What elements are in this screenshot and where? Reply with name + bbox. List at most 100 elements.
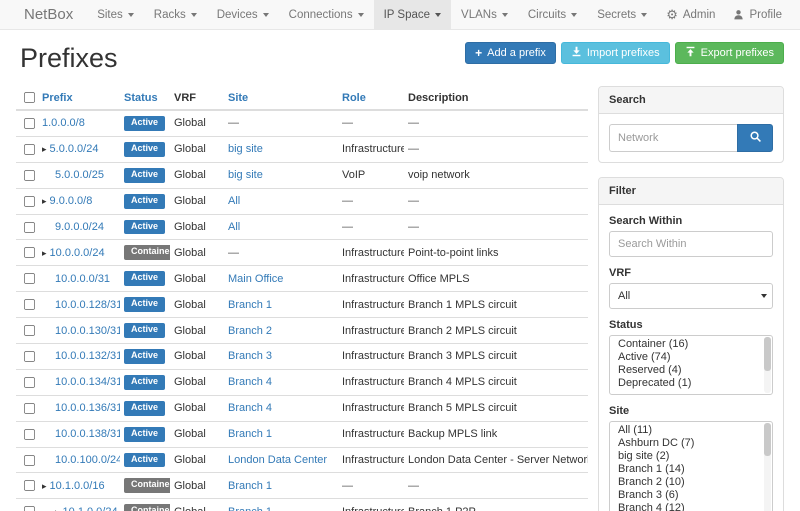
prefix-link[interactable]: 10.0.0.0/31	[55, 273, 110, 285]
site-link[interactable]: Branch 1	[228, 506, 272, 511]
site-link[interactable]: Branch 4	[228, 402, 272, 414]
status-badge: Active	[124, 297, 165, 312]
prefix-link[interactable]: 9.0.0.0/8	[50, 195, 93, 207]
prefix-link[interactable]: 10.0.0.138/31	[55, 428, 120, 440]
row-checkbox[interactable]	[24, 454, 35, 465]
description-value: —	[408, 117, 419, 129]
add-prefix-button[interactable]: + Add a prefix	[465, 42, 556, 64]
description-value: Backup MPLS link	[408, 428, 497, 440]
listbox-option[interactable]: Active (74)	[610, 351, 772, 364]
site-listbox[interactable]: All (11)Ashburn DC (7)big site (2)Branch…	[609, 421, 773, 511]
listbox-option[interactable]: Deprecated (1)	[610, 377, 772, 390]
status-listbox[interactable]: Container (16)Active (74)Reserved (4)Dep…	[609, 335, 773, 395]
row-checkbox[interactable]	[24, 196, 35, 207]
search-button[interactable]	[737, 124, 773, 152]
column-header-site[interactable]: Site	[224, 86, 338, 110]
nav-item-circuits[interactable]: Circuits	[518, 0, 587, 29]
chevron-down-icon	[191, 13, 197, 17]
site-link[interactable]: big site	[228, 169, 263, 181]
search-within-input[interactable]	[609, 231, 773, 257]
site-link[interactable]: big site	[228, 143, 263, 155]
site-link[interactable]: Branch 3	[228, 350, 272, 362]
nav-item-connections[interactable]: Connections	[279, 0, 374, 29]
scrollbar[interactable]	[764, 337, 771, 393]
nav-item-vlans[interactable]: VLANs	[451, 0, 518, 29]
site-link[interactable]: Branch 1	[228, 299, 272, 311]
row-checkbox[interactable]	[24, 403, 35, 414]
nav-item-sites[interactable]: Sites	[87, 0, 144, 29]
select-all-checkbox[interactable]	[24, 92, 35, 103]
prefix-link[interactable]: 10.0.0.130/31	[55, 325, 120, 337]
listbox-option[interactable]: Reserved (4)	[610, 364, 772, 377]
prefix-link[interactable]: 10.0.0.136/31	[55, 402, 120, 414]
description-value: —	[408, 221, 419, 233]
row-checkbox[interactable]	[24, 247, 35, 258]
nav-item-logout[interactable]: Log out	[791, 0, 800, 29]
status-badge: Container	[124, 478, 170, 493]
site-link[interactable]: London Data Center	[228, 454, 327, 466]
prefix-link[interactable]: 10.1.0.0/24	[63, 506, 118, 511]
action-buttons: + Add a prefix Import prefixes Export pr…	[465, 42, 784, 64]
nav-item-ip-space[interactable]: IP Space	[374, 0, 451, 29]
site-link[interactable]: Main Office	[228, 273, 283, 285]
listbox-option[interactable]: All (11)	[610, 424, 772, 437]
prefix-link[interactable]: 10.1.0.0/16	[50, 480, 105, 492]
column-header-prefix[interactable]: Prefix	[38, 86, 120, 110]
nav-item-secrets[interactable]: Secrets	[587, 0, 657, 29]
prefix-link[interactable]: 10.0.0.132/31	[55, 350, 120, 362]
prefix-link[interactable]: 1.0.0.0/8	[42, 117, 85, 129]
status-label: Status	[609, 319, 773, 331]
row-checkbox[interactable]	[24, 480, 35, 491]
row-checkbox[interactable]	[24, 506, 35, 511]
listbox-option[interactable]: Branch 3 (6)	[610, 489, 772, 502]
prefix-link[interactable]: 10.0.100.0/24	[55, 454, 120, 466]
listbox-option[interactable]: big site (2)	[610, 450, 772, 463]
site-link[interactable]: Branch 2	[228, 325, 272, 337]
search-input[interactable]	[609, 124, 737, 152]
prefix-link[interactable]: 10.0.0.134/31	[55, 376, 120, 388]
nav-item-devices[interactable]: Devices	[207, 0, 279, 29]
row-checkbox[interactable]	[24, 170, 35, 181]
listbox-option[interactable]: Branch 2 (10)	[610, 476, 772, 489]
vrf-value: Global	[174, 247, 206, 259]
row-checkbox[interactable]	[24, 325, 35, 336]
row-checkbox[interactable]	[24, 144, 35, 155]
site-link[interactable]: Branch 1	[228, 428, 272, 440]
import-prefixes-button[interactable]: Import prefixes	[561, 42, 670, 64]
status-badge: Active	[124, 453, 165, 468]
row-checkbox[interactable]	[24, 351, 35, 362]
role-value: VoIP	[342, 169, 365, 181]
prefix-link[interactable]: 5.0.0.0/24	[50, 143, 99, 155]
prefix-link[interactable]: 9.0.0.0/24	[55, 221, 104, 233]
row-checkbox[interactable]	[24, 221, 35, 232]
prefix-link[interactable]: 10.0.0.0/24	[50, 247, 105, 259]
listbox-option[interactable]: Branch 4 (12)	[610, 502, 772, 511]
row-checkbox[interactable]	[24, 299, 35, 310]
vrf-value: Global	[174, 428, 206, 440]
row-checkbox[interactable]	[24, 118, 35, 129]
export-prefixes-button[interactable]: Export prefixes	[675, 42, 784, 64]
site-link[interactable]: All	[228, 195, 240, 207]
row-checkbox[interactable]	[24, 377, 35, 388]
admin-label: Admin	[683, 9, 716, 21]
scrollbar[interactable]	[764, 423, 771, 511]
vrf-value: Global	[174, 117, 206, 129]
listbox-option[interactable]: Container (16)	[610, 338, 772, 351]
nav-item-racks[interactable]: Racks	[144, 0, 207, 29]
nav-item-admin[interactable]: ⚙ Admin	[657, 0, 724, 29]
site-link[interactable]: Branch 4	[228, 376, 272, 388]
vrf-select[interactable]: All	[609, 283, 773, 309]
description-value: Branch 1 MPLS circuit	[408, 299, 517, 311]
row-checkbox[interactable]	[24, 429, 35, 440]
brand-link[interactable]: NetBox	[24, 0, 73, 29]
site-link[interactable]: Branch 1	[228, 480, 272, 492]
site-link[interactable]: All	[228, 221, 240, 233]
prefix-link[interactable]: 10.0.0.128/31	[55, 299, 120, 311]
listbox-option[interactable]: Ashburn DC (7)	[610, 437, 772, 450]
row-checkbox[interactable]	[24, 273, 35, 284]
column-header-role[interactable]: Role	[338, 86, 404, 110]
column-header-status[interactable]: Status	[120, 86, 170, 110]
listbox-option[interactable]: Branch 1 (14)	[610, 463, 772, 476]
prefix-link[interactable]: 5.0.0.0/25	[55, 169, 104, 181]
nav-item-profile[interactable]: Profile	[724, 0, 791, 29]
